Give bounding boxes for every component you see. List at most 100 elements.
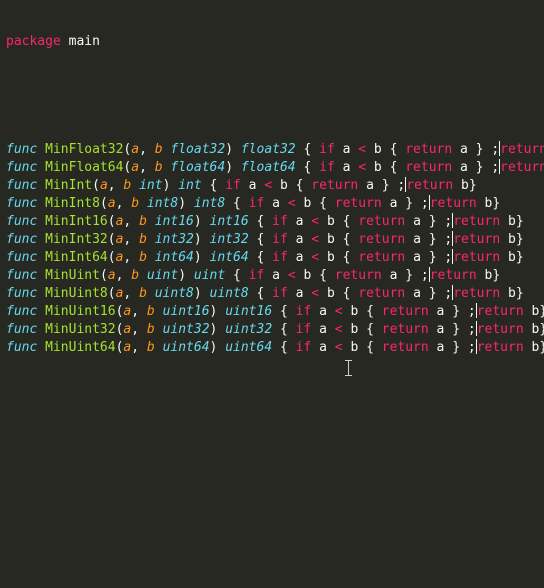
brace: } — [444, 322, 468, 337]
return-keyword: return — [453, 214, 501, 229]
brace: { — [358, 322, 382, 337]
cond-b: b — [326, 232, 335, 247]
semicolon: ; — [491, 142, 500, 157]
package-keyword: package — [6, 34, 61, 49]
param-type: float64 — [170, 160, 226, 175]
return-a: a — [413, 250, 421, 265]
brace: { — [272, 340, 296, 355]
if-keyword: if — [225, 178, 241, 193]
brace: { — [225, 268, 249, 283]
return-b: b — [508, 286, 516, 301]
code-line: func MinUint32(a, b uint32) uint32 { if … — [6, 321, 544, 339]
brace: } — [467, 160, 492, 175]
brace: { — [334, 286, 359, 301]
brace: } — [539, 304, 544, 319]
return-a: a — [460, 142, 468, 157]
brace: { — [334, 232, 359, 247]
semicolon: ; — [444, 232, 453, 247]
param-b: b — [131, 196, 140, 211]
return-keyword: return — [476, 304, 524, 319]
brace: { — [381, 160, 406, 175]
return-type: int8 — [193, 196, 226, 211]
return-type: float32 — [240, 142, 296, 157]
comma: , — [123, 286, 140, 301]
return-a: a — [366, 178, 374, 193]
brace: } — [373, 178, 398, 193]
if-keyword: if — [295, 322, 312, 337]
return-b: b — [461, 178, 469, 193]
param-type: uint64 — [162, 340, 210, 355]
cond-b: b — [326, 214, 335, 229]
less-than-op: < — [358, 142, 367, 157]
comma: , — [115, 196, 132, 211]
comma: , — [139, 142, 155, 157]
return-type: uint8 — [209, 286, 249, 301]
brace: { — [287, 178, 312, 193]
brace: { — [311, 196, 335, 211]
code-editor[interactable]: package main func MinFloat32(a, b float3… — [0, 0, 544, 588]
return-type: uint16 — [225, 304, 273, 319]
return-keyword: return — [358, 250, 406, 265]
param-b: b — [139, 214, 147, 229]
brace: { — [272, 322, 296, 337]
brace: { — [311, 268, 335, 283]
code-content[interactable]: package main func MinFloat32(a, b float3… — [6, 0, 544, 393]
brace: } — [539, 322, 544, 337]
cond-b: b — [373, 160, 382, 175]
less-than-op: < — [311, 232, 320, 247]
return-keyword: return — [453, 250, 501, 265]
param-type: uint32 — [162, 322, 210, 337]
cond-a: a — [248, 178, 257, 193]
brace: { — [295, 160, 320, 175]
code-line: func MinUint16(a, b uint16) uint16 { if … — [6, 303, 544, 321]
code-line: func MinUint(a, b uint) uint { if a < b … — [6, 267, 544, 285]
paren: ) — [209, 340, 226, 355]
return-keyword: return — [453, 232, 501, 247]
param-type: float32 — [170, 142, 226, 157]
function-name: MinUint8 — [45, 286, 108, 301]
comma: , — [115, 268, 132, 283]
return-type: uint — [193, 268, 226, 283]
cond-b: b — [326, 250, 335, 265]
brace: { — [248, 232, 273, 247]
brace: } — [467, 142, 492, 157]
less-than-op: < — [311, 286, 320, 301]
cond-a: a — [272, 196, 280, 211]
code-line: func MinInt16(a, b int16) int16 { if a <… — [6, 213, 544, 231]
func-keyword: func — [6, 322, 38, 337]
param-b: b — [154, 160, 163, 175]
func-keyword: func — [6, 178, 38, 193]
func-keyword: func — [6, 160, 38, 175]
return-type: int16 — [209, 214, 249, 229]
param-b: b — [139, 232, 147, 247]
paren: ) — [178, 196, 194, 211]
param-b: b — [131, 268, 140, 283]
less-than-op: < — [287, 268, 296, 283]
brace: { — [358, 304, 382, 319]
brace: } — [539, 340, 544, 355]
func-keyword: func — [6, 232, 38, 247]
semicolon: ; — [420, 268, 429, 283]
code-line: func MinUint64(a, b uint64) uint64 { if … — [6, 339, 544, 357]
return-b: b — [508, 250, 516, 265]
return-keyword: return — [429, 196, 477, 211]
function-name: MinUint64 — [45, 340, 116, 355]
